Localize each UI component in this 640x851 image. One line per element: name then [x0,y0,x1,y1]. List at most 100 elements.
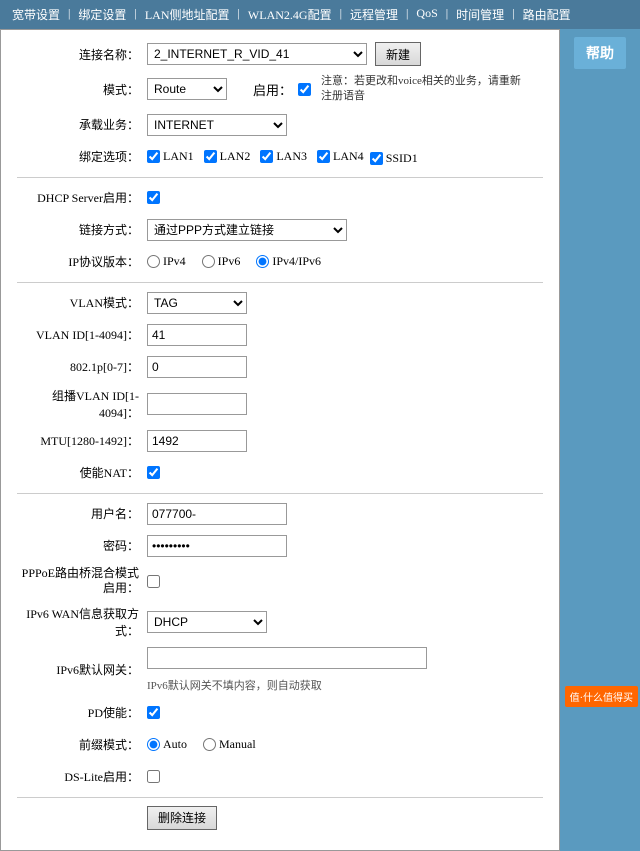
ds-lite-label: DS-Lite启用： [17,768,147,785]
prefix-mode-label: 前缀模式： [17,736,147,753]
dhcp-checkbox[interactable] [147,191,160,204]
ds-lite-checkbox[interactable] [147,770,160,783]
lan4-checkbox[interactable] [317,150,330,163]
ip-proto-row: IP协议版本： IPv4 IPv6 IPv4/IPv6 [17,250,543,274]
8021p-row: 802.1p[0-7]： [17,355,543,379]
divider-4 [17,797,543,798]
delete-control: 删除连接 [147,806,543,830]
vlan-id-input[interactable] [147,324,247,346]
ipv4-radio[interactable] [147,255,160,268]
ipv6-option: IPv6 [202,254,241,269]
vlan-mode-row: VLAN模式： TAG [17,291,543,315]
nat-control [147,466,543,479]
nav-item-qos[interactable]: QoS [412,4,441,25]
binding-options: LAN1 LAN2 LAN3 LAN4 [147,149,364,164]
multicast-vlan-control [147,393,543,415]
ipv4ipv6-radio[interactable] [256,255,269,268]
sidebar: 帮助 [560,29,640,851]
dhcp-control [147,191,543,204]
lan2-checkbox[interactable] [204,150,217,163]
connection-name-label: 连接名称： [17,46,147,63]
username-row: 用户名： [17,502,543,526]
divider-3 [17,493,543,494]
multicast-vlan-row: 组播VLAN ID[1-4094]： [17,387,543,421]
lan3-label: LAN3 [276,149,307,164]
ds-lite-control [147,770,543,783]
mtu-label: MTU[1280-1492]： [17,432,147,449]
link-mode-control: 通过PPP方式建立链接 [147,219,543,241]
service-control: INTERNET [147,114,543,136]
pppoe-bridge-checkbox[interactable] [147,575,160,588]
link-mode-select[interactable]: 通过PPP方式建立链接 [147,219,347,241]
nav-separator-3: | [234,4,244,25]
binding-row: 绑定选项： LAN1 LAN2 LAN3 [17,145,543,169]
username-input[interactable] [147,503,287,525]
mtu-control [147,430,543,452]
prefix-mode-row: 前缀模式： Auto Manual [17,733,543,757]
pd-enable-checkbox[interactable] [147,706,160,719]
pppoe-bridge-label: PPPoE路由桥混合模式启用： [17,566,147,597]
mode-select[interactable]: Route [147,78,227,100]
multicast-vlan-label: 组播VLAN ID[1-4094]： [17,387,147,421]
nav-item-route[interactable]: 路由配置 [519,4,575,25]
ip-proto-label: IP协议版本： [17,253,147,270]
nav-item-broadband[interactable]: 宽带设置 [8,4,64,25]
service-label: 承载业务： [17,116,147,133]
pd-enable-row: PD使能： [17,701,543,725]
binding-label: 绑定选项： [17,148,147,165]
enable-checkbox[interactable] [298,83,311,96]
nat-row: 使能NAT： [17,461,543,485]
8021p-label: 802.1p[0-7]： [17,358,147,375]
nav-item-time[interactable]: 时间管理 [452,4,508,25]
mtu-input[interactable] [147,430,247,452]
top-nav: // render nav items inline 宽带设置 | 绑定设置 |… [0,0,640,29]
nav-item-binding[interactable]: 绑定设置 [74,4,130,25]
8021p-input[interactable] [147,356,247,378]
service-select[interactable]: INTERNET [147,114,287,136]
vlan-id-label: VLAN ID[1-4094]： [17,326,147,343]
ipv4-label: IPv4 [163,254,186,269]
nav-separator-4: | [336,4,346,25]
nat-checkbox[interactable] [147,466,160,479]
mtu-row: MTU[1280-1492]： [17,429,543,453]
nav-item-lan[interactable]: LAN侧地址配置 [141,4,234,25]
dhcp-row: DHCP Server启用： [17,186,543,210]
watermark: 值·什么值得买 [565,686,638,707]
multicast-vlan-input[interactable] [147,393,247,415]
password-input[interactable] [147,535,287,557]
ipv6-gateway-input[interactable] [147,647,427,669]
lan1-checkbox[interactable] [147,150,160,163]
divider-2 [17,282,543,283]
ipv6-wan-control: DHCP [147,611,543,633]
lan4-label: LAN4 [333,149,364,164]
prefix-manual-radio[interactable] [203,738,216,751]
prefix-auto-radio[interactable] [147,738,160,751]
new-connection-button[interactable]: 新建 [375,42,421,66]
nav-separator-6: | [442,4,452,25]
prefix-auto-option: Auto [147,737,187,752]
lan3-checkbox[interactable] [260,150,273,163]
delete-connection-button[interactable]: 删除连接 [147,806,217,830]
mode-label: 模式： [17,81,147,98]
connection-name-select[interactable]: 2_INTERNET_R_VID_41 [147,43,367,65]
divider-1 [17,177,543,178]
binding-lan4: LAN4 [317,149,364,164]
nav-separator-2: | [130,4,140,25]
vlan-mode-select[interactable]: TAG [147,292,247,314]
content-area: 连接名称： 2_INTERNET_R_VID_41 新建 模式： Route 启… [0,29,560,851]
nav-item-remote[interactable]: 远程管理 [346,4,402,25]
mode-control: Route 启用： 注意：若更改和voice相关的业务，请重新注册语音 [147,74,543,105]
ipv4ipv6-label: IPv4/IPv6 [272,254,321,269]
help-button[interactable]: 帮助 [574,37,626,69]
ipv6-wan-select[interactable]: DHCP [147,611,267,633]
ipv6-radio[interactable] [202,255,215,268]
binding-lan3: LAN3 [260,149,307,164]
prefix-manual-option: Manual [203,737,256,752]
ssid1-checkbox[interactable] [370,152,383,165]
ipv6-wan-label: IPv6 WAN信息获取方式： [17,605,147,639]
nav-item-wlan[interactable]: WLAN2.4G配置 [244,4,336,25]
ipv6-gateway-row: IPv6默认网关： IPv6默认网关不填内容，则自动获取 [17,647,543,693]
prefix-manual-label: Manual [219,737,256,752]
ssid1-label: SSID1 [386,151,418,166]
password-label: 密码： [17,537,147,554]
